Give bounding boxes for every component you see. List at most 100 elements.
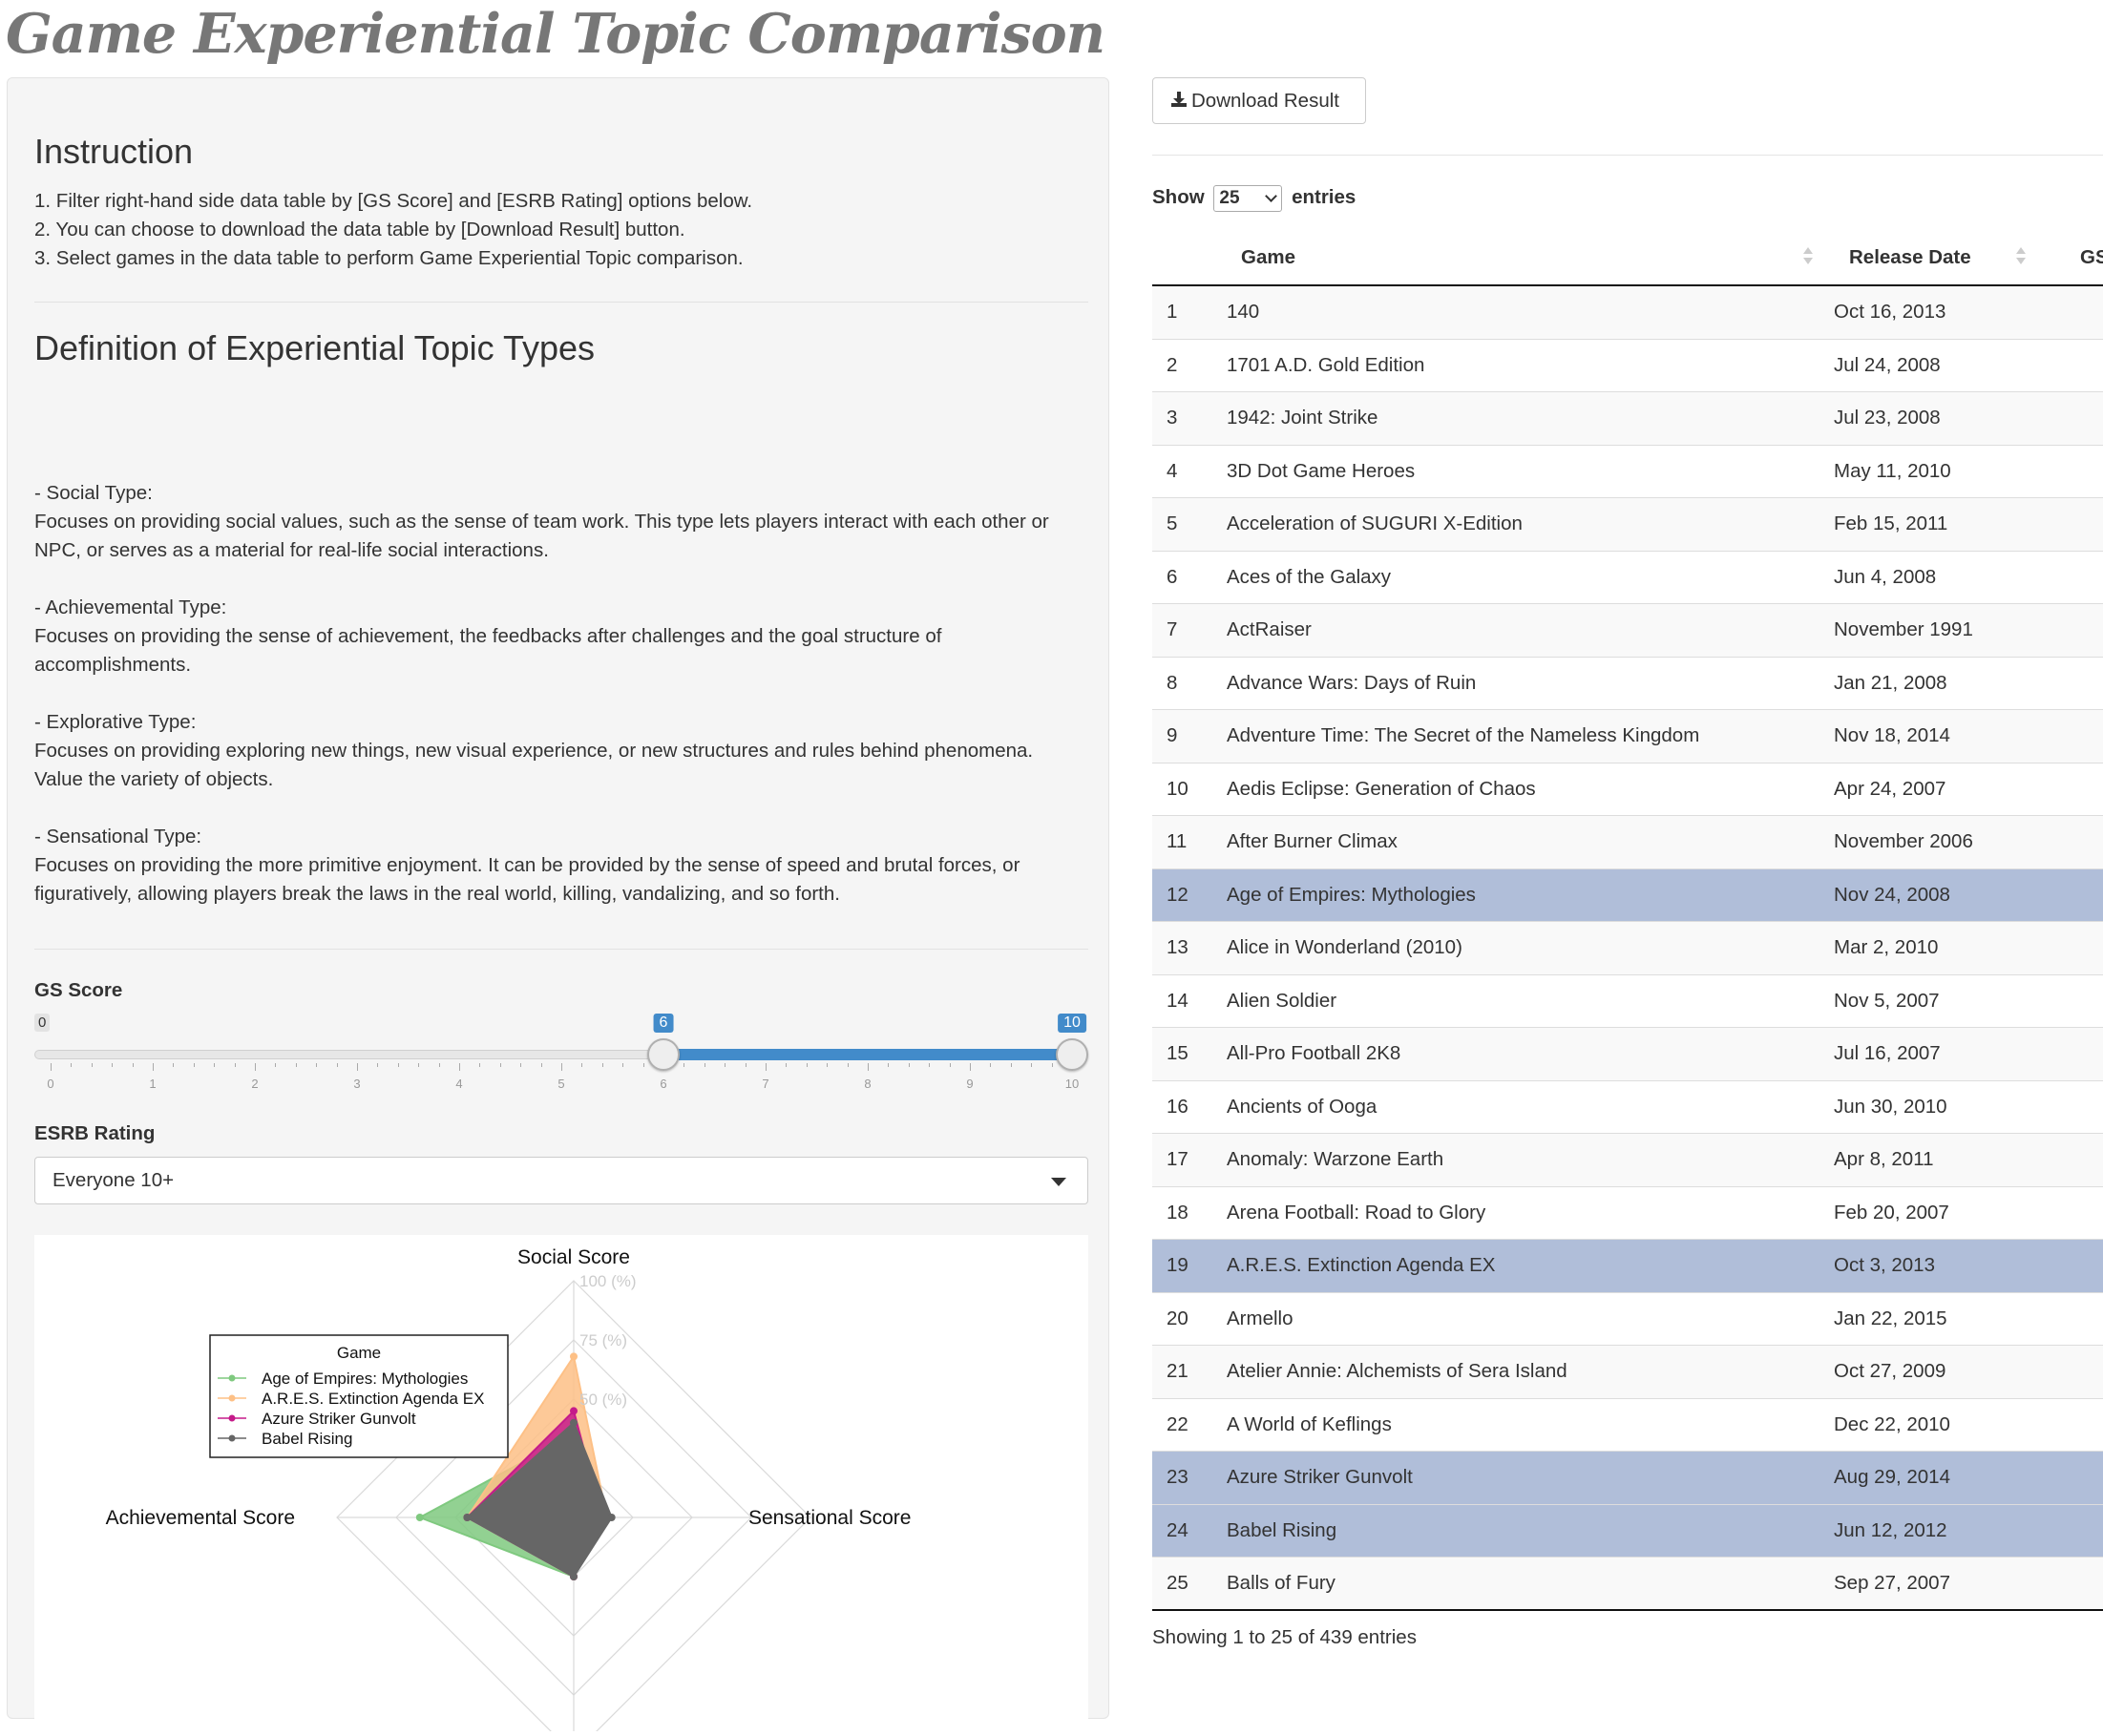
table-row[interactable]: 18 Arena Football: Road to Glory Feb 20, 2… <box>1152 1186 2103 1240</box>
slider-handle-high[interactable] <box>1056 1038 1088 1071</box>
slider-minor-tick <box>949 1063 951 1067</box>
esrb-rating-select[interactable]: Everyone 10+ <box>34 1157 1088 1204</box>
row-game: Ancients of Ooga <box>1227 1095 1377 1118</box>
table-row[interactable]: 3 1942: Joint Strike Jul 23, 2008 <box>1152 392 2103 446</box>
instruction-step: 3. Select games in the data table to per… <box>34 247 744 269</box>
slider-low-value: 6 <box>653 1014 674 1033</box>
table-row[interactable]: 13 Alice in Wonderland (2010) Mar 2, 2010 <box>1152 922 2103 975</box>
slider-minor-tick <box>193 1063 195 1067</box>
row-index: 12 <box>1167 883 1188 906</box>
radar-legend-marker <box>228 1414 236 1422</box>
row-release-date: Oct 3, 2013 <box>1834 1254 1935 1276</box>
table-length-select[interactable]: 25 <box>1213 184 1283 212</box>
table-row[interactable]: 5 Acceleration of SUGURI X-Edition Feb 15,… <box>1152 498 2103 552</box>
table-row[interactable]: 15 All-Pro Football 2K8 Jul 16, 2007 <box>1152 1028 2103 1081</box>
caret-down-icon[interactable] <box>1051 1178 1066 1186</box>
definition-text: Focuses on providing the sense of achiev… <box>34 625 942 647</box>
table-row[interactable]: 4 3D Dot Game Heroes May 11, 2010 <box>1152 445 2103 498</box>
slider-tick-label: 7 <box>762 1077 769 1091</box>
slider-tick <box>51 1063 52 1071</box>
sidebar-panel: Instruction 1. Filter right-hand side da… <box>7 77 1109 1736</box>
table-row[interactable]: 11 After Burner Climax November 2006 <box>1152 816 2103 869</box>
slider-selected-range[interactable] <box>663 1049 1072 1060</box>
slider-minor-tick <box>520 1063 522 1067</box>
instruction-step: 1. Filter right-hand side data table by … <box>34 190 753 212</box>
row-game: Alien Soldier <box>1227 989 1337 1012</box>
row-index: 13 <box>1167 936 1188 958</box>
slider-minor-tick <box>888 1063 890 1067</box>
row-game: Babel Rising <box>1227 1518 1337 1541</box>
table-row[interactable]: 22 A World of Keflings Dec 22, 2010 <box>1152 1398 2103 1452</box>
esrb-selected-value: Everyone 10+ <box>53 1169 175 1191</box>
table-row[interactable]: 1 140 Oct 16, 2013 <box>1152 286 2103 340</box>
row-release-date: Dec 22, 2010 <box>1834 1412 1950 1435</box>
slider-minor-tick <box>234 1063 236 1067</box>
slider-handle-low[interactable] <box>647 1038 680 1071</box>
row-index: 2 <box>1167 353 1178 376</box>
row-game: 140 <box>1227 301 1260 323</box>
table-row[interactable]: 6 Aces of the Galaxy Jun 4, 2008 <box>1152 551 2103 604</box>
table-row[interactable]: 21 Atelier Annie: Alchemists of Sera Isla… <box>1152 1346 2103 1399</box>
gs-score-slider[interactable]: 0 6 10 0 1 2 3 4 5 6 7 8 9 10 <box>34 1014 1088 1109</box>
radar-axis-label: Achievemental Score <box>106 1507 295 1529</box>
table-row[interactable]: 19 A.R.E.S. Extinction Agenda EX Oct 3, 20… <box>1152 1240 2103 1293</box>
definition-title: - Sensational Type: <box>34 826 202 847</box>
column-header-game[interactable]: Game <box>1241 234 1295 286</box>
definition-heading: Definition of Experiential Topic Types <box>34 328 596 367</box>
slider-tick <box>357 1063 358 1071</box>
table-row[interactable]: 10 Aedis Eclipse: Generation of Chaos Apr … <box>1152 763 2103 816</box>
slider-minor-tick <box>438 1063 440 1067</box>
radar-legend-marker <box>228 1394 236 1402</box>
row-release-date: Jan 22, 2015 <box>1834 1307 1947 1329</box>
table-row[interactable]: 2 1701 A.D. Gold Edition Jul 24, 2008 <box>1152 339 2103 392</box>
row-release-date: Apr 24, 2007 <box>1834 777 1946 800</box>
table-row[interactable]: 25 Balls of Fury Sep 27, 2007 <box>1152 1558 2103 1611</box>
radar-series-point <box>607 1514 616 1521</box>
row-index: 17 <box>1167 1148 1188 1170</box>
esrb-rating-label: ESRB Rating <box>34 1122 156 1144</box>
slider-tick <box>255 1063 256 1071</box>
radar-legend-entry: Age of Empires: Mythologies <box>262 1370 468 1388</box>
row-game: Anomaly: Warzone Earth <box>1227 1148 1444 1170</box>
table-row[interactable]: 12 Age of Empires: Mythologies Nov 24, 200… <box>1152 868 2103 922</box>
slider-minor-tick <box>91 1063 93 1067</box>
radar-legend-entry: Azure Striker Gunvolt <box>262 1410 416 1428</box>
table-row[interactable]: 23 Azure Striker Gunvolt Aug 29, 2014 <box>1152 1452 2103 1505</box>
definition-achievemental: - Achievemental Type: Focuses on providi… <box>34 594 1088 680</box>
length-selected-value: 25 <box>1219 187 1240 208</box>
row-index: 7 <box>1167 618 1178 640</box>
gs-score-label: GS Score <box>34 979 123 1001</box>
table-row[interactable]: 20 Armello Jan 22, 2015 <box>1152 1292 2103 1346</box>
sort-icon[interactable] <box>2016 247 2026 268</box>
slider-minor-tick <box>683 1063 685 1067</box>
row-release-date: Jul 24, 2008 <box>1834 353 1941 376</box>
radar-ring-label: 100 (%) <box>579 1272 637 1290</box>
definition-text: Focuses on providing the more primitive … <box>34 854 1020 876</box>
definition-sensational: - Sensational Type: Focuses on providing… <box>34 823 1088 909</box>
download-result-button[interactable]: Download Result <box>1152 77 1366 124</box>
table-row[interactable]: 14 Alien Soldier Nov 5, 2007 <box>1152 974 2103 1028</box>
definition-title: - Social Type: <box>34 482 153 504</box>
table-row[interactable]: 8 Advance Wars: Days of Ruin Jan 21, 2008 <box>1152 657 2103 710</box>
row-release-date: May 11, 2010 <box>1834 459 1951 482</box>
slider-minor-tick <box>336 1063 338 1067</box>
column-header-release-date[interactable]: Release Date <box>1849 234 1971 286</box>
slider-minor-tick <box>499 1063 501 1067</box>
definition-text: Focuses on providing exploring new thing… <box>34 740 1034 762</box>
download-result-label: Download Result <box>1191 90 1339 112</box>
table-row[interactable]: 24 Babel Rising Jun 12, 2012 <box>1152 1504 2103 1558</box>
table-row[interactable]: 9 Adventure Time: The Secret of the Namel… <box>1152 710 2103 763</box>
instruction-heading: Instruction <box>34 132 194 171</box>
slider-tick <box>970 1063 971 1071</box>
column-header-gs[interactable]: GS <box>2080 234 2103 286</box>
row-release-date: Jul 23, 2008 <box>1834 407 1941 429</box>
sort-icon[interactable] <box>1803 247 1813 268</box>
slider-tick <box>766 1063 767 1071</box>
row-game: All-Pro Football 2K8 <box>1227 1042 1401 1064</box>
table-row[interactable]: 17 Anomaly: Warzone Earth Apr 8, 2011 <box>1152 1134 2103 1187</box>
table-row[interactable]: 16 Ancients of Ooga Jun 30, 2010 <box>1152 1080 2103 1134</box>
radar-chart: 100 (%) 75 (%) 50 (%) Social Score Sensation… <box>106 1246 911 1736</box>
slider-minor-tick <box>745 1063 747 1067</box>
table-row[interactable]: 7 ActRaiser November 1991 <box>1152 604 2103 658</box>
slider-minor-tick <box>581 1063 583 1067</box>
